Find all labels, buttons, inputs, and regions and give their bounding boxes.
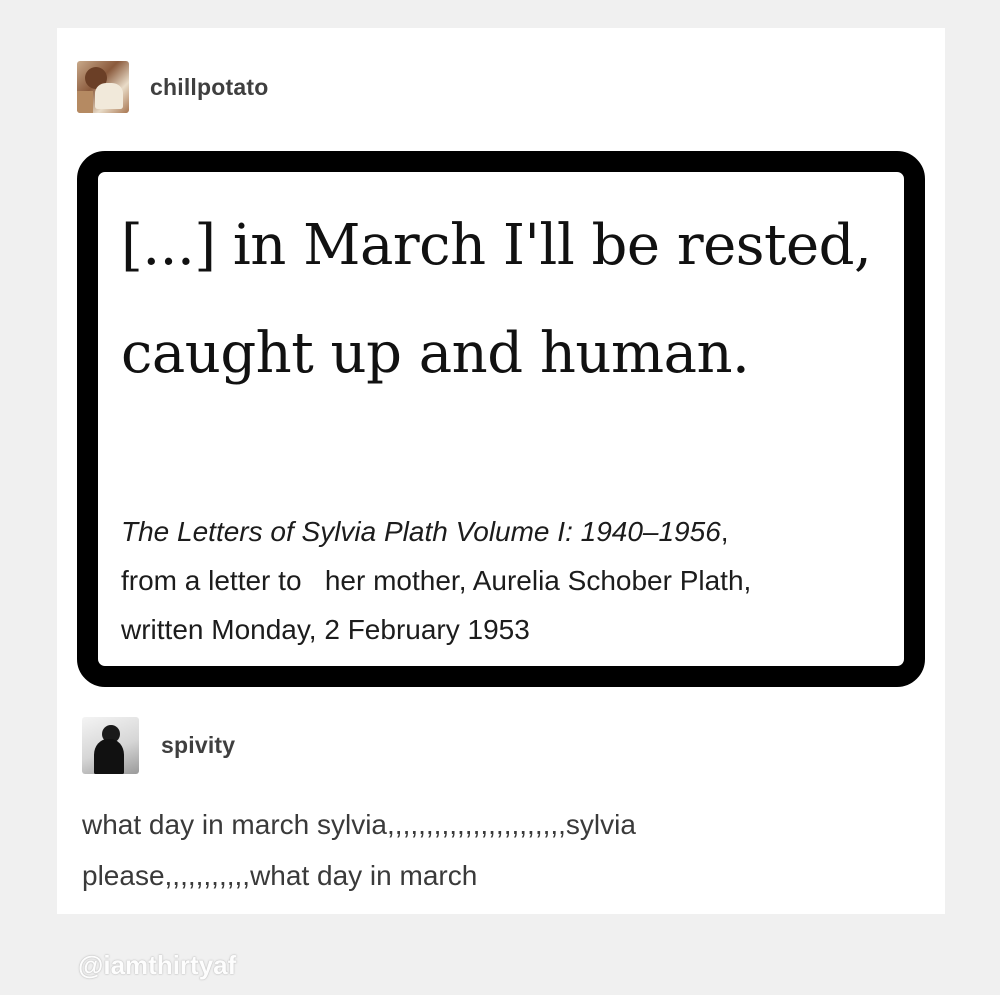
avatar[interactable] — [77, 61, 129, 113]
citation-book-title: The Letters of Sylvia Plath Volume I: 19… — [121, 516, 721, 547]
watermark: @iamthirtyaf — [78, 950, 237, 980]
citation-comma: , — [720, 516, 729, 547]
quote-image: [...] in March I'll be rested, caught up… — [77, 151, 925, 687]
reply-line-2: please,,,,,,,,,,,what day in march — [82, 860, 478, 891]
username-link[interactable]: chillpotato — [150, 74, 268, 101]
username-link[interactable]: spivity — [161, 732, 235, 759]
citation-line-2: from a letter to her mother, Aurelia Sch… — [121, 565, 752, 596]
reply-line-1: what day in march sylvia,,,,,,,,,,,,,,,,… — [82, 809, 636, 840]
citation-line-3: written Monday, 2 February 1953 — [121, 614, 530, 645]
reply-header: spivity — [82, 717, 235, 774]
avatar[interactable] — [82, 717, 139, 774]
reply-text: what day in march sylvia,,,,,,,,,,,,,,,,… — [82, 799, 902, 901]
post-header: chillpotato — [77, 61, 268, 113]
quote-text: [...] in March I'll be rested, caught up… — [121, 213, 872, 386]
page: chillpotato [...] in March I'll be reste… — [0, 0, 1000, 995]
post-card: chillpotato [...] in March I'll be reste… — [57, 28, 945, 914]
quote-citation: The Letters of Sylvia Plath Volume I: 19… — [121, 507, 911, 654]
